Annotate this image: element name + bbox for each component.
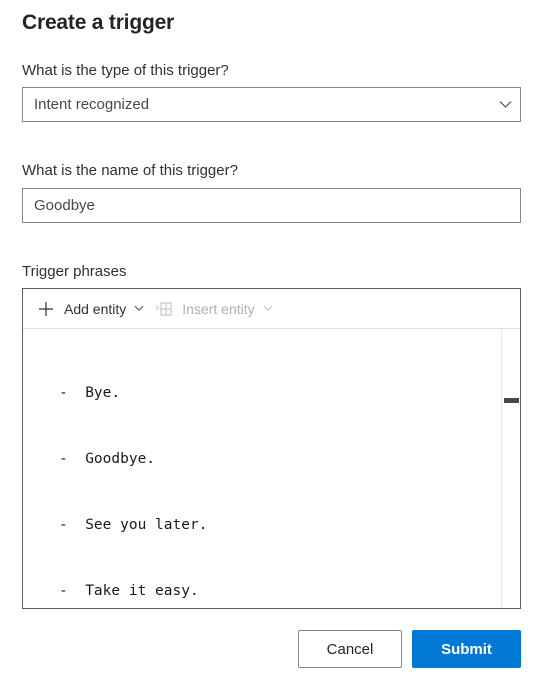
add-entity-label: Add entity bbox=[64, 300, 127, 317]
trigger-type-selected-value: Intent recognized bbox=[34, 96, 150, 113]
editor-toolbar: Add entity Insert entity bbox=[23, 289, 520, 329]
trigger-phrases-editor: Add entity Insert entity - Bye. - Goodby… bbox=[22, 288, 521, 609]
chevron-down-icon bbox=[261, 302, 275, 316]
insert-entity-label: Insert entity bbox=[182, 300, 255, 317]
chevron-down-icon bbox=[490, 88, 520, 121]
insert-entity-icon bbox=[154, 299, 174, 319]
plus-icon bbox=[36, 299, 56, 319]
create-trigger-dialog: Create a trigger What is the type of thi… bbox=[0, 0, 540, 691]
cancel-button[interactable]: Cancel bbox=[298, 630, 402, 668]
vertical-scrollbar[interactable] bbox=[501, 329, 520, 608]
insert-entity-button[interactable]: Insert entity bbox=[150, 294, 278, 324]
phrases-text-area[interactable]: - Bye. - Goodbye. - See you later. - Tak… bbox=[23, 329, 520, 608]
trigger-name-label: What is the name of this trigger? bbox=[22, 162, 238, 179]
chevron-down-icon bbox=[132, 302, 146, 316]
trigger-type-dropdown[interactable]: Intent recognized bbox=[22, 87, 521, 122]
submit-button[interactable]: Submit bbox=[412, 630, 521, 668]
list-item: - Goodbye. bbox=[59, 451, 156, 467]
trigger-name-input[interactable] bbox=[22, 188, 521, 223]
list-item: - Take it easy. bbox=[59, 583, 199, 599]
phrase-list: - Bye. - Goodbye. - See you later. - Tak… bbox=[23, 338, 520, 608]
list-item: - See you later. bbox=[59, 517, 208, 533]
trigger-type-label: What is the type of this trigger? bbox=[22, 62, 229, 79]
list-item: - Bye. bbox=[59, 385, 121, 401]
trigger-phrases-label: Trigger phrases bbox=[22, 263, 127, 280]
scrollbar-thumb[interactable] bbox=[504, 398, 519, 403]
page-title: Create a trigger bbox=[22, 11, 175, 34]
add-entity-button[interactable]: Add entity bbox=[32, 294, 150, 324]
